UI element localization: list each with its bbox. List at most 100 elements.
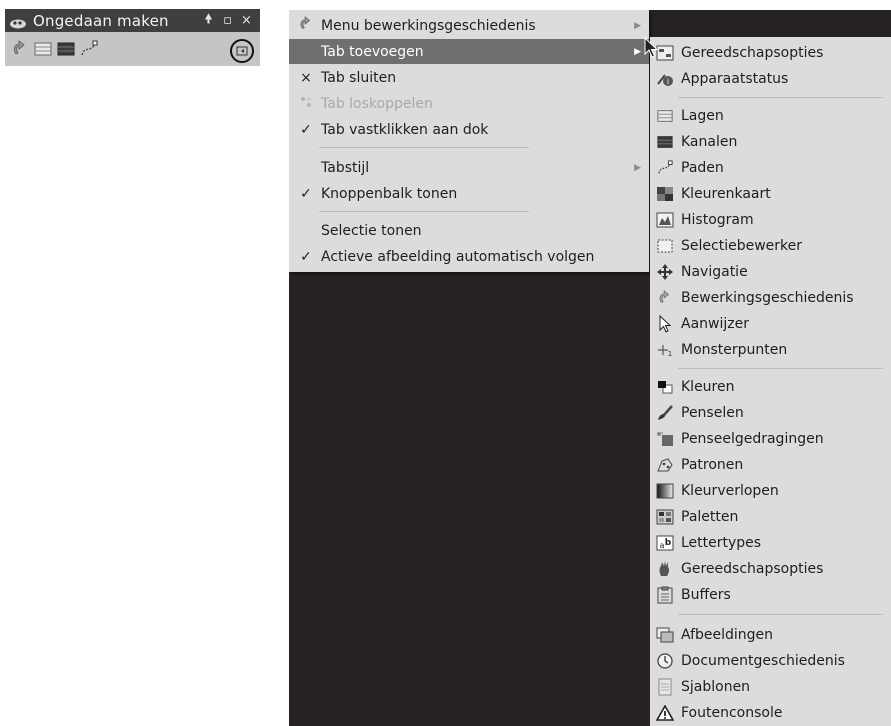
- submenu-item-label: Sjablonen: [681, 679, 751, 695]
- menu-item-label: Tab loskoppelen: [321, 95, 433, 112]
- undo-history-icon: [297, 15, 315, 36]
- histogram-icon: [655, 210, 675, 230]
- submenu-item-templates[interactable]: Sjablonen: [650, 674, 891, 700]
- menu-item-label: Tab toevoegen: [321, 43, 424, 60]
- layers-icon[interactable]: [32, 38, 54, 60]
- colormap-icon: [655, 184, 675, 204]
- submenu-item-patterns[interactable]: Patronen: [650, 452, 891, 478]
- submenu-item-label: Paden: [681, 160, 724, 176]
- submenu-item-tool-presets[interactable]: Gereedschapsopties: [650, 556, 891, 582]
- submenu-item-label: Penseelgedragingen: [681, 431, 824, 447]
- submenu-item-label: Lettertypes: [681, 535, 762, 551]
- submenu-item-label: Selectiebewerker: [681, 238, 802, 254]
- menu-item-auto-follow-image[interactable]: ✓ Actieve afbeelding automatisch volgen: [289, 244, 649, 269]
- menu-item-label: Tabstijl: [321, 159, 370, 176]
- submenu-item-undo-history[interactable]: Bewerkingsgeschiedenis: [650, 285, 891, 311]
- submenu-item-palettes[interactable]: Paletten: [650, 504, 891, 530]
- submenu-item-buffers[interactable]: Buffers: [650, 582, 891, 608]
- submenu-item-colormap[interactable]: Kleurenkaart: [650, 181, 891, 207]
- submenu-item-navigation[interactable]: Navigatie: [650, 259, 891, 285]
- check-icon: ✓: [300, 248, 312, 265]
- menu-item-tab-style[interactable]: Tabstijl ▶: [289, 155, 649, 180]
- submenu-separator: [678, 614, 883, 615]
- submenu-item-layers[interactable]: Lagen: [650, 103, 891, 129]
- submenu-item-label: Documentgeschiedenis: [681, 653, 845, 669]
- dock-tab-bar: [5, 32, 260, 66]
- gradients-icon: [655, 481, 675, 501]
- menu-item-lock-tab[interactable]: ✓ Tab vastklikken aan dok: [289, 117, 649, 142]
- menu-item-label: Knoppenbalk tonen: [321, 185, 458, 202]
- submenu-item-histogram[interactable]: Histogram: [650, 207, 891, 233]
- tool-presets-icon: [655, 559, 675, 579]
- document-history-icon: [655, 651, 675, 671]
- submenu-item-label: Paletten: [681, 509, 739, 525]
- submenu-item-label: Bewerkingsgeschiedenis: [681, 290, 854, 306]
- close-icon[interactable]: ×: [237, 13, 256, 28]
- menu-item-close-tab[interactable]: × Tab sluiten: [289, 65, 649, 90]
- submenu-item-label: Aanwijzer: [681, 316, 749, 332]
- menu-item-label: Menu bewerkingsgeschiedenis: [321, 17, 536, 34]
- menu-item-detach-tab: Tab loskoppelen: [289, 91, 649, 116]
- patterns-icon: [655, 455, 675, 475]
- channels-icon[interactable]: [55, 38, 77, 60]
- warning-icon: [655, 703, 675, 723]
- images-icon: [655, 625, 675, 645]
- submenu-item-label: Lagen: [681, 108, 724, 124]
- menu-separator: [319, 147, 529, 148]
- menu-item-undo-history-menu[interactable]: Menu bewerkingsgeschiedenis ▶: [289, 13, 649, 38]
- submenu-item-tool-options[interactable]: Gereedschapsopties: [650, 40, 891, 66]
- submenu-arrow-icon: ▶: [634, 20, 641, 31]
- detach-tab-icon: [297, 95, 315, 113]
- tab-menu-icon[interactable]: [230, 39, 254, 63]
- menu-item-show-button-bar[interactable]: ✓ Knoppenbalk tonen: [289, 181, 649, 206]
- undo-history-icon: [655, 288, 675, 308]
- buffers-icon: [655, 585, 675, 605]
- submenu-item-sample-points[interactable]: 1 Monsterpunten: [650, 337, 891, 363]
- sample-points-icon: 1: [655, 340, 675, 360]
- add-tab-submenu: Gereedschapsopties i Apparaatstatus Lage…: [650, 37, 891, 726]
- paths-icon[interactable]: [78, 38, 100, 60]
- dock-title: Ongedaan maken: [33, 11, 169, 30]
- submenu-separator: [678, 97, 883, 98]
- submenu-item-images[interactable]: Afbeeldingen: [650, 622, 891, 648]
- submenu-item-label: Kleuren: [681, 379, 735, 395]
- menu-item-label: Selectie tonen: [321, 222, 422, 239]
- submenu-item-label: Foutenconsole: [681, 705, 783, 721]
- check-icon: ✓: [300, 121, 312, 138]
- mouse-cursor-icon: [644, 36, 660, 59]
- submenu-item-brushes[interactable]: Penselen: [650, 400, 891, 426]
- submenu-item-channels[interactable]: Kanalen: [650, 129, 891, 155]
- svg-text:i: i: [667, 77, 669, 86]
- menu-item-show-selection[interactable]: Selectie tonen: [289, 218, 649, 243]
- submenu-item-device-status[interactable]: i Apparaatstatus: [650, 66, 891, 92]
- detach-icon[interactable]: 🠝: [199, 10, 218, 32]
- submenu-item-fonts[interactable]: ab Lettertypes: [650, 530, 891, 556]
- svg-text:1: 1: [668, 350, 672, 358]
- submenu-item-label: Afbeeldingen: [681, 627, 774, 643]
- submenu-item-label: Gereedschapsopties: [681, 45, 824, 61]
- submenu-item-label: Monsterpunten: [681, 342, 788, 358]
- check-icon: ✓: [300, 185, 312, 202]
- undo-history-icon[interactable]: [9, 38, 31, 60]
- navigation-icon: [655, 262, 675, 282]
- submenu-item-paths[interactable]: Paden: [650, 155, 891, 181]
- maximize-icon[interactable]: ▫: [218, 13, 237, 28]
- gimp-wilber-icon: [9, 15, 27, 28]
- submenu-item-pointer[interactable]: Aanwijzer: [650, 311, 891, 337]
- submenu-item-paint-dynamics[interactable]: Penseelgedragingen: [650, 426, 891, 452]
- submenu-item-label: Apparaatstatus: [681, 71, 789, 87]
- dock-title-bar[interactable]: Ongedaan maken 🠝 ▫ ×: [5, 9, 260, 32]
- submenu-item-document-history[interactable]: Documentgeschiedenis: [650, 648, 891, 674]
- submenu-item-gradients[interactable]: Kleurverlopen: [650, 478, 891, 504]
- submenu-item-colors[interactable]: Kleuren: [650, 374, 891, 400]
- submenu-item-selection-editor[interactable]: Selectiebewerker: [650, 233, 891, 259]
- submenu-item-label: Buffers: [681, 587, 731, 603]
- menu-item-add-tab[interactable]: Tab toevoegen ▶: [289, 39, 649, 64]
- submenu-item-label: Gereedschapsopties: [681, 561, 824, 577]
- fonts-icon: ab: [655, 533, 675, 553]
- paint-dynamics-icon: [655, 429, 675, 449]
- submenu-item-error-console[interactable]: Foutenconsole: [650, 700, 891, 726]
- dock-context-menu: Menu bewerkingsgeschiedenis ▶ Tab toevoe…: [289, 10, 649, 272]
- submenu-item-label: Histogram: [681, 212, 754, 228]
- submenu-item-label: Kleurenkaart: [681, 186, 771, 202]
